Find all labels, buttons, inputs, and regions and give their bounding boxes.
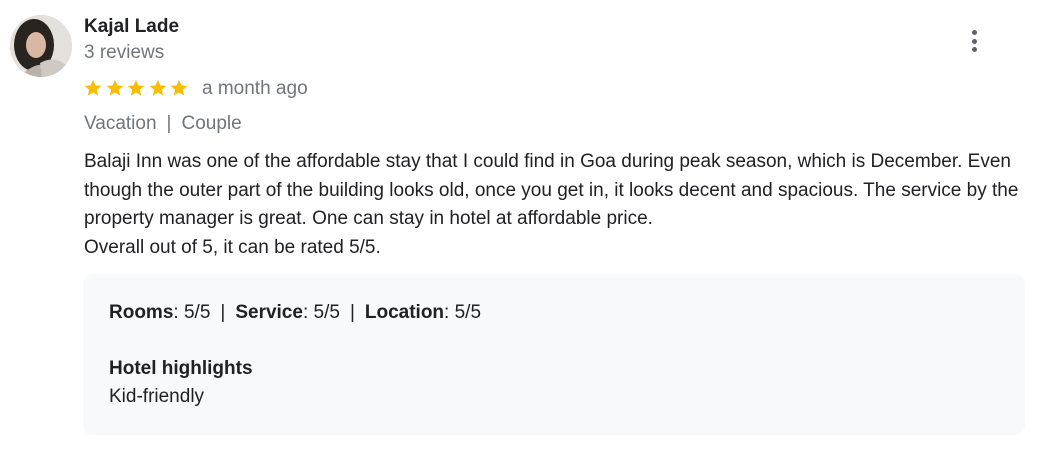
author-name[interactable]: Kajal Lade <box>84 16 179 38</box>
star-rating <box>83 76 191 100</box>
review-tags: Vacation | Couple <box>84 113 242 135</box>
rating-label-rooms: Rooms <box>109 302 174 323</box>
star-icon <box>170 79 188 96</box>
rating-label-location: Location <box>364 302 445 323</box>
review-time: a month ago <box>202 78 308 99</box>
review-details-panel: Rooms: 5/5 | Service: 5/5 | Location: 5/5 Ho… <box>83 274 1025 435</box>
rating-value-rooms: 5/5 <box>183 302 211 323</box>
rating-value-location: 5/5 <box>454 302 482 323</box>
author-review-count[interactable]: 3 reviews <box>84 42 164 64</box>
review-paragraph: Balaji Inn was one of the affordable sta… <box>84 151 1019 229</box>
highlights-value: Kid-friendly <box>109 386 205 407</box>
star-icon <box>149 79 166 96</box>
rating-separator: | <box>220 302 226 323</box>
more-vert-icon[interactable] <box>960 26 988 56</box>
category-ratings: Rooms: 5/5 | Service: 5/5 | Location: 5/5 <box>109 302 482 323</box>
travel-group: Couple <box>181 113 242 134</box>
user-avatar[interactable] <box>10 15 72 77</box>
rating-label-service: Service <box>235 302 303 323</box>
tag-separator: | <box>166 113 172 134</box>
star-icon <box>84 79 102 96</box>
highlights-title: Hotel highlights <box>109 358 253 379</box>
review-paragraph: Overall out of 5, it can be rated 5/5. <box>84 236 381 258</box>
trip-type: Vacation <box>84 113 157 134</box>
star-icon <box>106 79 123 96</box>
user-avatar-photo <box>10 15 72 77</box>
review-text: Balaji Inn was one of the affordable sta… <box>84 148 1034 262</box>
rating-value-service: 5/5 <box>313 302 340 323</box>
rating-separator: | <box>349 302 355 323</box>
star-icon <box>127 79 145 96</box>
